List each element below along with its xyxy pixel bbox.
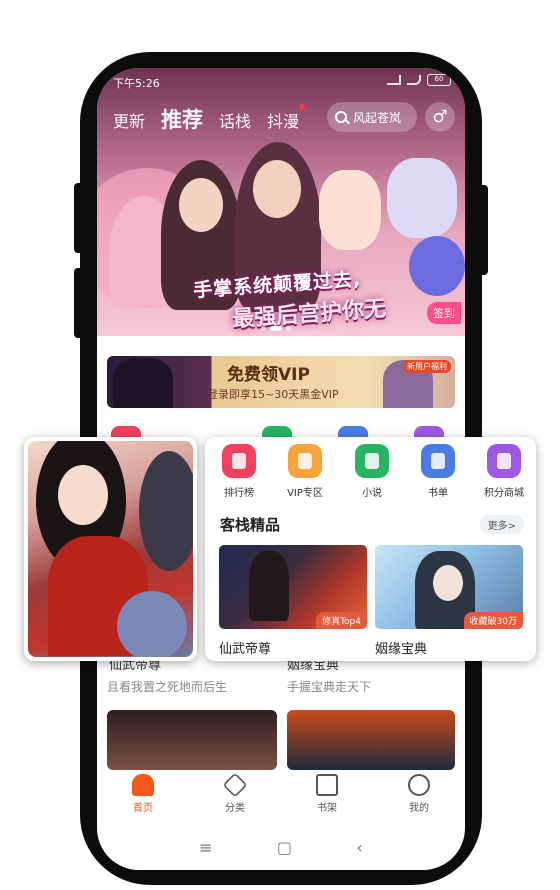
notification-dot <box>299 104 306 110</box>
tab-profile-label: 我的 <box>409 803 429 814</box>
book-badge: 修真Top4 <box>316 612 367 629</box>
checkin-button[interactable]: 签到 <box>427 302 461 324</box>
profile-icon <box>408 774 430 796</box>
more-button[interactable]: 更多> <box>479 515 524 534</box>
quick-label: 排行榜 <box>224 488 254 499</box>
tab-home-label: 首页 <box>133 803 153 814</box>
quick-ranking[interactable]: 排行榜 <box>209 444 269 499</box>
quick-label: 小说 <box>362 488 382 499</box>
home-button-icon[interactable]: ▢ <box>277 838 292 857</box>
book-icon <box>355 444 389 478</box>
battery-icon: 60 <box>427 74 451 86</box>
home-icon <box>132 774 154 796</box>
tab-profile[interactable]: 我的 <box>389 774 449 824</box>
system-nav-bar: ≡ ▢ ‹ <box>97 832 465 862</box>
vip-subtitle: 登录即享15~30天黑金VIP <box>207 388 339 401</box>
section-title: 客栈精品 <box>220 516 281 534</box>
top-nav: 更新 推荐 话栈 抖漫 <box>113 104 306 134</box>
signal-icon <box>387 75 401 85</box>
tab-huazhan[interactable]: 话栈 <box>219 108 251 132</box>
tab-home[interactable]: 首页 <box>113 774 173 824</box>
search-icon <box>335 111 347 123</box>
quick-novel[interactable]: 小说 <box>342 444 402 499</box>
side-button <box>74 268 84 338</box>
ranking-icon <box>222 444 256 478</box>
status-time: 下午5:26 <box>113 77 160 90</box>
tab-recommend[interactable]: 推荐 <box>161 104 203 134</box>
wifi-icon <box>407 75 421 85</box>
featured-cover-card[interactable] <box>24 437 197 661</box>
decorative-mark: ⌇ <box>466 703 473 719</box>
side-button <box>74 183 84 253</box>
featured-cover-art <box>28 441 193 657</box>
status-bar: 下午5:26 60 <box>97 68 465 96</box>
gender-switch-icon[interactable]: ♂ <box>425 102 455 132</box>
tab-douman[interactable]: 抖漫 <box>267 104 306 132</box>
quick-shop[interactable]: 积分商城 <box>474 444 534 499</box>
book-card[interactable]: 修真Top4 <box>219 545 367 629</box>
promo-stage: 下午5:26 60 更新 推荐 话栈 抖漫 风起苍岚 ♂ 手掌系统颠覆过去, 最… <box>0 0 560 890</box>
bookshelf-icon <box>316 774 338 796</box>
category-icon <box>222 772 248 798</box>
booklist-icon <box>421 444 455 478</box>
tab-category-label: 分类 <box>225 803 245 814</box>
book-badge: 收藏破30万 <box>463 612 523 629</box>
search-placeholder: 风起苍岚 <box>353 110 402 125</box>
search-box[interactable]: 风起苍岚 <box>327 102 417 132</box>
carousel-indicator <box>261 326 291 331</box>
quick-vip[interactable]: VIP专区 <box>275 444 335 499</box>
quick-label: 书单 <box>428 488 448 499</box>
quick-label: VIP专区 <box>287 488 323 499</box>
book-cover[interactable] <box>287 710 455 770</box>
back-icon[interactable]: ‹ <box>356 838 362 857</box>
menu-icon[interactable]: ≡ <box>199 838 212 857</box>
book-card[interactable]: 收藏破30万 <box>375 545 523 629</box>
book-title[interactable]: 仙武帝尊 <box>219 638 271 657</box>
hero-banner[interactable]: 下午5:26 60 更新 推荐 话栈 抖漫 风起苍岚 ♂ 手掌系统颠覆过去, 最… <box>97 68 465 336</box>
vip-title: 免费领VIP <box>227 365 310 385</box>
vip-tag: 新用户福利 <box>403 360 451 373</box>
vip-banner[interactable]: 免费领VIP 登录即享15~30天黑金VIP 新用户福利 <box>107 356 455 408</box>
quick-label: 积分商城 <box>484 488 524 499</box>
book-title[interactable]: 姻缘宝典 <box>375 638 427 657</box>
shop-icon <box>487 444 521 478</box>
tab-bookshelf-label: 书架 <box>317 803 337 814</box>
vip-crown-icon <box>288 444 322 478</box>
tab-bookshelf[interactable]: 书架 <box>297 774 357 824</box>
tab-douman-label: 抖漫 <box>267 112 300 131</box>
bottom-tab-bar: 首页 分类 书架 我的 <box>97 772 465 824</box>
book-cover[interactable] <box>107 710 277 770</box>
book-subtitle: 且看我置之死地而后生 <box>107 680 228 694</box>
tab-update[interactable]: 更新 <box>113 108 145 132</box>
quick-booklist[interactable]: 书单 <box>408 444 468 499</box>
book-subtitle: 手握宝典走天下 <box>287 680 372 694</box>
side-button <box>478 185 488 275</box>
discovery-panel: 排行榜 VIP专区 小说 书单 积分商城 客栈精品 更多> 修真Top4 收藏破… <box>205 437 536 661</box>
tab-category[interactable]: 分类 <box>205 772 265 824</box>
